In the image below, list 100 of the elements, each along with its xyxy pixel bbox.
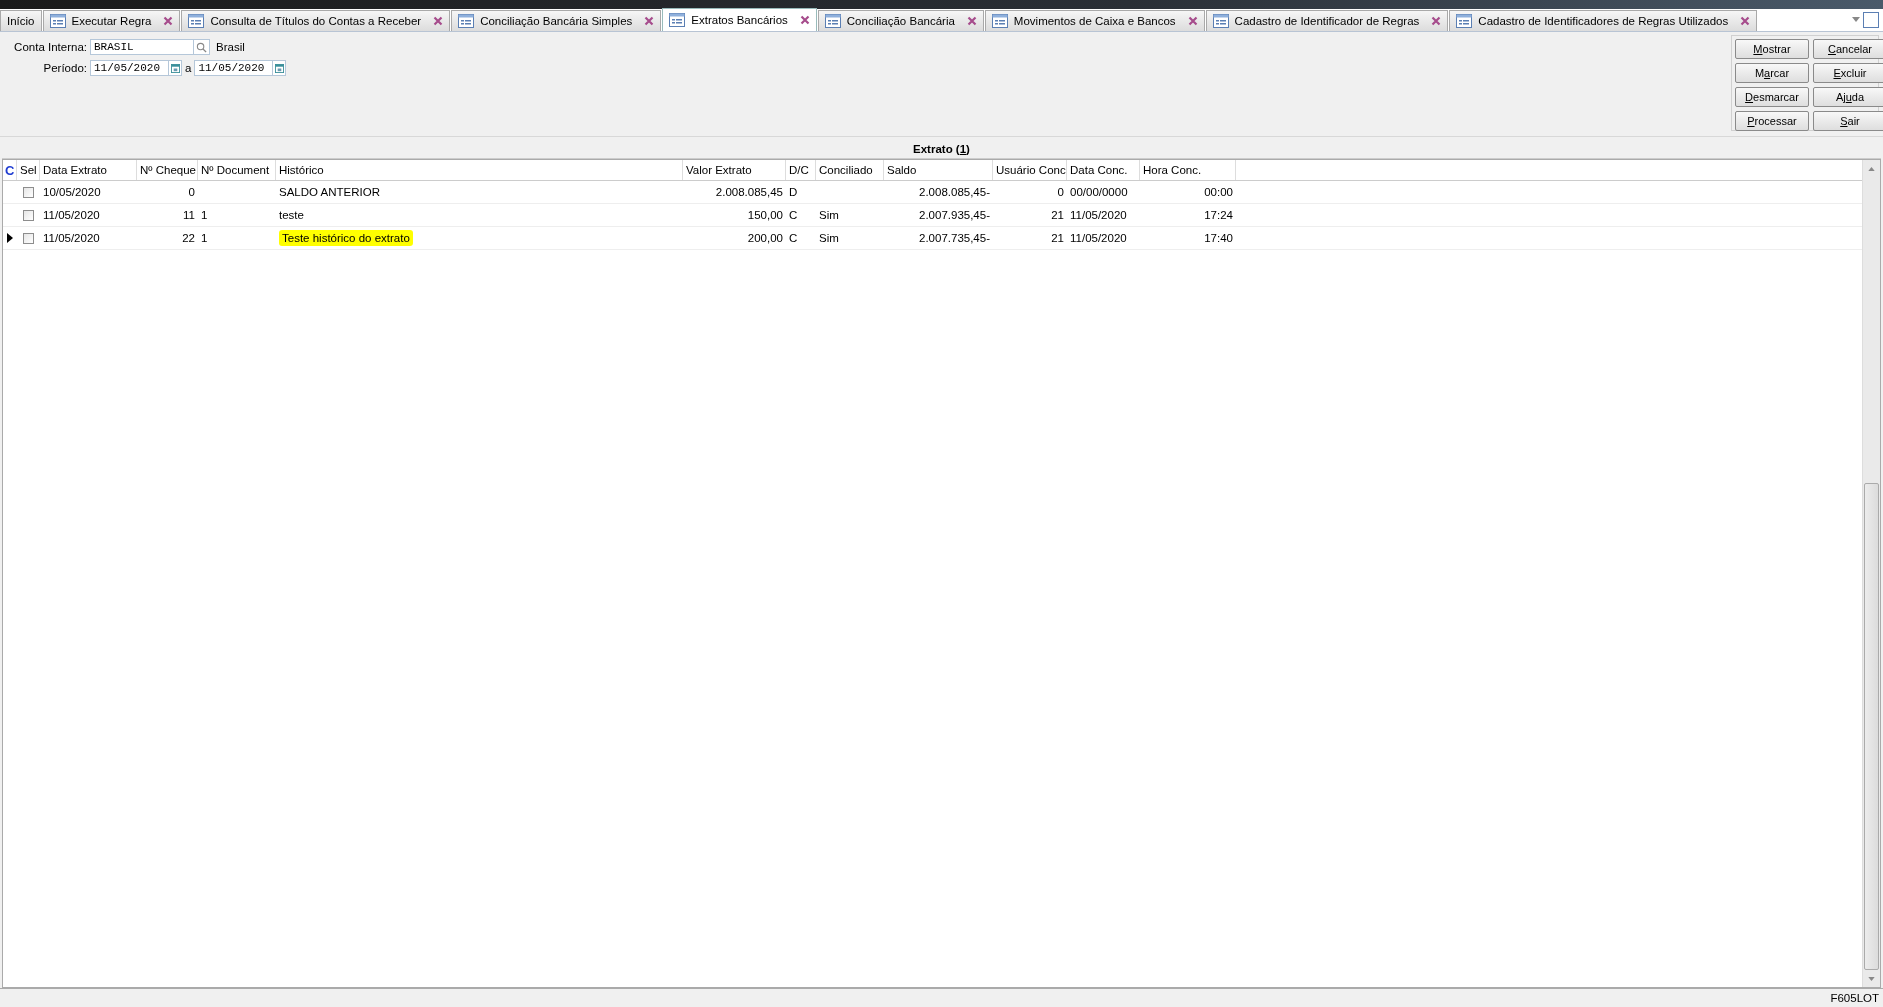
form-icon — [669, 13, 686, 27]
tab-label: Executar Regra — [71, 15, 152, 27]
column-header[interactable]: Saldo — [884, 160, 993, 180]
row-checkbox[interactable] — [23, 209, 34, 221]
table-cell: 21 — [1051, 232, 1064, 244]
action-button[interactable]: Ajuda — [1813, 87, 1883, 107]
table-cell: 22 — [182, 232, 195, 244]
form-icon — [991, 14, 1008, 28]
tab[interactable]: Conciliação Bancária Simples — [451, 10, 662, 31]
column-header[interactable]: Data Conc. — [1067, 160, 1140, 180]
close-icon[interactable] — [1431, 16, 1442, 26]
search-icon — [196, 41, 207, 53]
table-cell: 0 — [188, 186, 195, 198]
column-header[interactable]: Usuário Conc — [993, 160, 1067, 180]
close-icon[interactable] — [433, 16, 444, 26]
close-icon[interactable] — [163, 16, 174, 26]
column-header[interactable]: Valor Extrato — [683, 160, 786, 180]
column-header[interactable]: Conciliado — [816, 160, 884, 180]
scroll-up-icon[interactable] — [1868, 166, 1875, 171]
close-icon[interactable] — [644, 16, 655, 26]
tab-label: Início — [7, 15, 35, 27]
tab-label: Cadastro de Identificador de Regras — [1234, 15, 1420, 27]
table-cell: 11/05/2020 — [1070, 232, 1127, 244]
form-icon — [458, 14, 475, 28]
form-icon — [188, 14, 205, 28]
field-label: Período: — [42, 62, 87, 74]
column-header[interactable]: Data Extrato — [40, 160, 137, 180]
table-cell: SALDO ANTERIOR — [279, 186, 380, 198]
form-icon — [1456, 14, 1473, 28]
table-cell: Teste histórico do extrato — [279, 230, 413, 246]
form-icon — [824, 14, 841, 28]
table-cell: teste — [279, 209, 304, 221]
table-cell: 11/05/2020 — [43, 232, 100, 244]
tab-list-icon[interactable] — [1850, 11, 1880, 29]
search-button[interactable] — [194, 39, 210, 55]
action-button[interactable]: Mostrar — [1735, 39, 1809, 59]
table-cell: D — [789, 186, 798, 198]
action-button[interactable]: Cancelar — [1813, 39, 1883, 59]
table-cell: 2.007.735,45- — [919, 232, 990, 244]
tab[interactable]: Conciliação Bancária — [817, 10, 984, 31]
calendar-button[interactable] — [273, 60, 287, 76]
row-checkbox[interactable] — [23, 232, 34, 244]
action-button[interactable]: Marcar — [1735, 63, 1809, 83]
tab[interactable]: Movimentos de Caixa e Bancos — [984, 10, 1205, 31]
tab-label: Extratos Bancários — [691, 14, 788, 26]
table-cell: 11/05/2020 — [43, 209, 100, 221]
column-header[interactable]: Hora Conc. — [1140, 160, 1236, 180]
tab-label: Movimentos de Caixa e Bancos — [1013, 15, 1176, 27]
column-header[interactable]: Histórico — [276, 160, 683, 180]
field-label: Conta Interna: — [13, 41, 87, 53]
column-header[interactable]: C — [3, 160, 17, 180]
table-cell: C — [789, 232, 798, 244]
vertical-scrollbar[interactable] — [1862, 160, 1880, 987]
table-cell: 11/05/2020 — [1070, 209, 1127, 221]
action-button[interactable]: Processar — [1735, 111, 1809, 131]
table-cell: 2.007.935,45- — [919, 209, 990, 221]
tab[interactable]: Executar Regra — [42, 10, 181, 31]
table-cell: C — [789, 209, 798, 221]
tab-label: Conciliação Bancária — [846, 15, 955, 27]
table-cell: 2.008.085,45 — [715, 186, 783, 198]
date-field[interactable]: 11/05/2020 — [194, 60, 274, 76]
table-cell: 0 — [1057, 186, 1064, 198]
form-icon — [1212, 14, 1229, 28]
close-icon[interactable] — [1740, 16, 1751, 26]
calendar-icon — [274, 63, 284, 73]
column-header[interactable]: Nº Cheque — [137, 160, 198, 180]
calendar-button[interactable] — [169, 60, 182, 76]
form-icon — [49, 14, 66, 28]
action-button[interactable]: Excluir — [1813, 63, 1883, 83]
close-icon[interactable] — [799, 15, 810, 25]
range-separator: a — [185, 62, 192, 74]
table-cell: 00:00 — [1204, 186, 1233, 198]
tab-label: Consulta de Títulos do Contas a Receber — [210, 15, 422, 27]
date-field[interactable]: 11/05/2020 — [90, 60, 169, 76]
tab[interactable]: Extratos Bancários — [662, 8, 817, 31]
close-icon[interactable] — [1187, 16, 1198, 26]
action-button[interactable]: Desmarcar — [1735, 87, 1809, 107]
current-row-icon — [7, 233, 13, 243]
tab[interactable]: Início — [0, 10, 42, 31]
table-cell: 11 — [183, 209, 195, 221]
column-header[interactable]: Nº Document — [198, 160, 276, 180]
column-header[interactable]: D/C — [786, 160, 816, 180]
table-cell: 17:40 — [1204, 232, 1233, 244]
tab[interactable]: Cadastro de Identificador de Regras — [1205, 10, 1449, 31]
tab-label: Conciliação Bancária Simples — [480, 15, 633, 27]
calendar-icon — [170, 63, 180, 73]
table-cell: 10/05/2020 — [43, 186, 101, 198]
tab[interactable]: Cadastro de Identificadores de Regras Utilizados — [1449, 10, 1758, 31]
scroll-down-icon[interactable] — [1868, 976, 1875, 981]
column-header[interactable]: Sel — [17, 160, 40, 180]
close-icon[interactable] — [966, 16, 977, 26]
row-checkbox[interactable] — [23, 186, 34, 198]
table-cell: 2.008.085,45- — [919, 186, 990, 198]
account-field[interactable]: BRASIL — [90, 39, 194, 55]
table-cell: 1 — [201, 209, 208, 221]
tab[interactable]: Consulta de Títulos do Contas a Receber — [181, 10, 451, 31]
table-cell: 17:24 — [1204, 209, 1233, 221]
action-button[interactable]: Sair — [1813, 111, 1883, 131]
table-cell: 21 — [1051, 209, 1064, 221]
table-cell: Sim — [819, 232, 839, 244]
